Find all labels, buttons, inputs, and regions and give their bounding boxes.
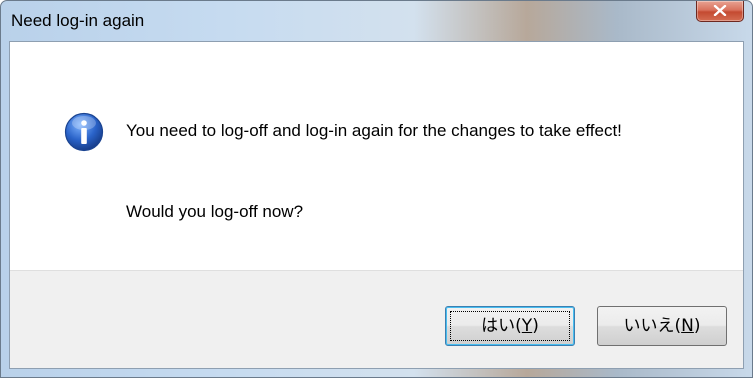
dialog-window: Need log-in again You need to log-off an…	[0, 0, 753, 378]
message-text: You need to log-off and log-in again for…	[126, 121, 622, 140]
no-button[interactable]: いいえ(N)	[597, 306, 727, 346]
title-bar[interactable]: Need log-in again	[1, 1, 752, 41]
information-icon	[64, 112, 104, 152]
close-x-icon	[713, 5, 727, 16]
message-area: You need to log-off and log-in again for…	[10, 42, 743, 270]
focus-rectangle	[450, 311, 570, 341]
close-button[interactable]	[696, 1, 744, 22]
yes-button[interactable]: はい(Y)	[445, 306, 575, 346]
button-bar: はい(Y) いいえ(N)	[10, 270, 743, 368]
dialog-client-area: You need to log-off and log-in again for…	[9, 41, 744, 369]
question-text: Would you log-off now?	[126, 202, 304, 221]
no-label-suffix: )	[693, 316, 701, 336]
no-label-prefix: いいえ(	[623, 316, 682, 336]
window-title: Need log-in again	[11, 11, 145, 30]
no-mnemonic: N	[681, 316, 694, 336]
